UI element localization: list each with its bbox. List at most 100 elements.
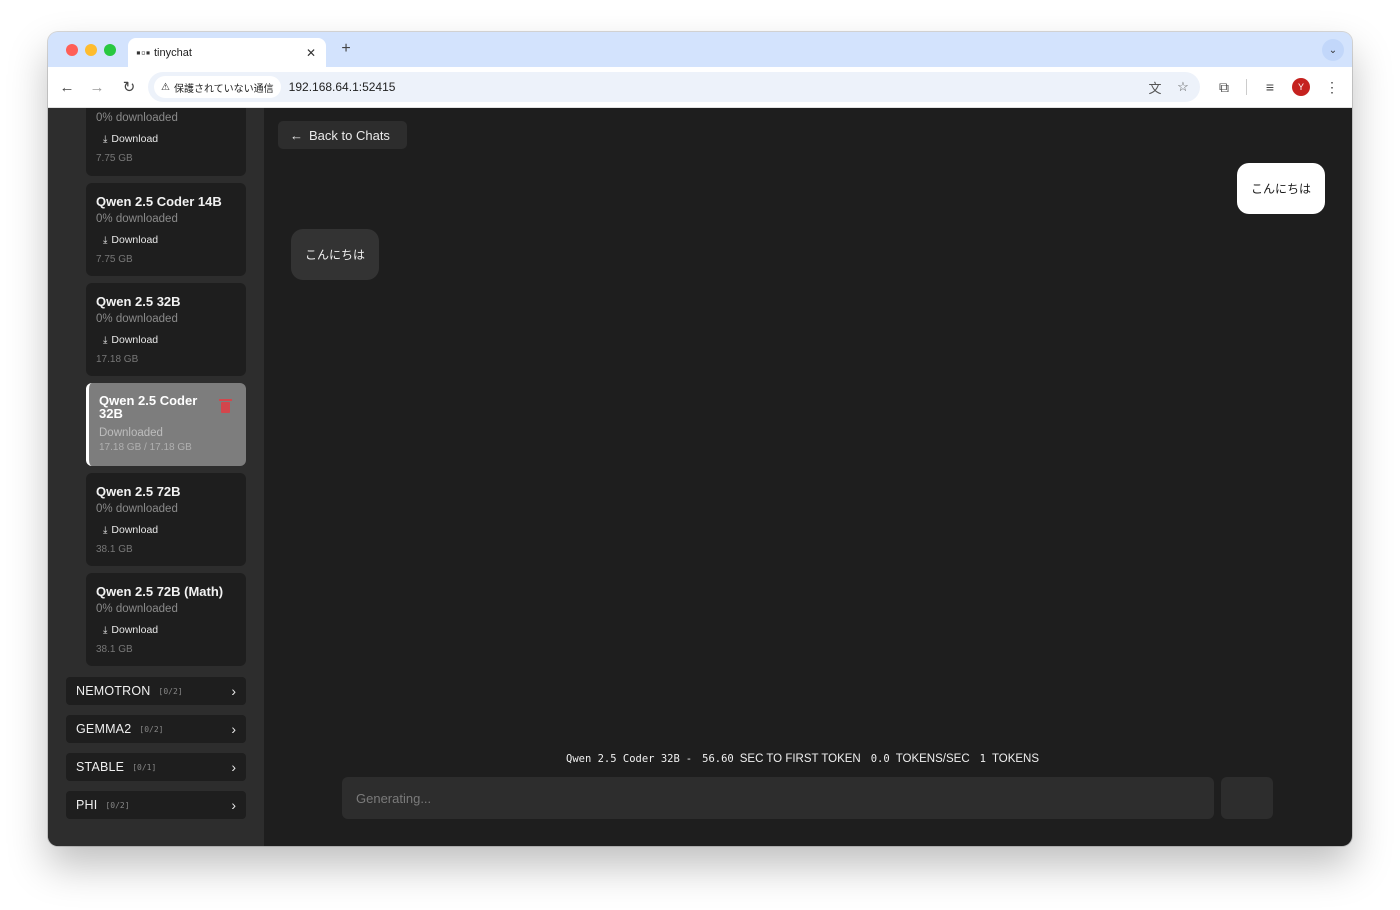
- back-arrow-icon[interactable]: ←: [56, 76, 78, 98]
- model-size: 7.75 GB: [96, 254, 133, 265]
- toolbar-divider: [1246, 79, 1247, 95]
- browser-tab[interactable]: ▪▫▪ tinychat ✕: [128, 38, 326, 67]
- message-input[interactable]: [342, 777, 1214, 819]
- download-label: Download: [111, 133, 159, 145]
- delete-trash-icon[interactable]: [219, 399, 232, 413]
- download-button[interactable]: ⤓ Download: [103, 624, 236, 636]
- download-icon: ⤓: [103, 624, 108, 636]
- back-label: Back to Chats: [309, 127, 390, 143]
- address-bar[interactable]: ⚠ 保護されていない通信 192.168.64.1:52415 文 ☆: [148, 72, 1200, 102]
- group-count: [0/2]: [105, 800, 130, 810]
- model-card[interactable]: 0% downloaded ⤓ Download 7.75 GB: [86, 108, 246, 176]
- security-chip[interactable]: ⚠ 保護されていない通信: [154, 76, 281, 98]
- browser-toolbar: ← → ↻ ⚠ 保護されていない通信 192.168.64.1:52415 文 …: [48, 67, 1352, 108]
- tokens-label: TOKENS: [991, 753, 1040, 765]
- model-size: 38.1 GB: [96, 544, 133, 555]
- download-label: Download: [111, 234, 159, 246]
- model-size: 17.18 GB / 17.18 GB: [99, 442, 192, 453]
- translate-icon[interactable]: 文: [1144, 76, 1166, 98]
- model-group-nemotron[interactable]: NEMOTRON [0/2] ›: [66, 677, 246, 705]
- generation-stats: Qwen 2.5 Coder 32B - 56.60 SEC TO FIRST …: [566, 751, 1039, 767]
- warning-icon: ⚠: [161, 81, 170, 93]
- url-text[interactable]: 192.168.64.1:52415: [289, 80, 1144, 94]
- model-name: Qwen 2.5 32B: [96, 294, 181, 309]
- stats-separator: -: [685, 753, 693, 765]
- model-card[interactable]: Qwen 2.5 32B 0% downloaded ⤓ Download 17…: [86, 283, 246, 376]
- download-label: Download: [111, 334, 159, 346]
- model-name: Qwen 2.5 72B (Math): [96, 584, 224, 599]
- model-size: 38.1 GB: [96, 644, 133, 655]
- download-icon: ⤓: [103, 524, 108, 536]
- new-tab-button[interactable]: +: [336, 40, 356, 58]
- download-icon: ⤓: [103, 133, 108, 145]
- model-card[interactable]: Qwen 2.5 72B (Math) 0% downloaded ⤓ Down…: [86, 573, 246, 666]
- extensions-puzzle-icon[interactable]: ⧉: [1214, 77, 1234, 97]
- stats-model: Qwen 2.5 Coder 32B: [566, 753, 680, 765]
- model-size: 17.18 GB: [96, 354, 139, 365]
- tab-search-chevron-icon[interactable]: ⌄: [1322, 39, 1344, 61]
- chevron-right-icon: ›: [231, 721, 236, 737]
- minimize-window-button[interactable]: [85, 44, 97, 56]
- group-count: [0/2]: [139, 724, 164, 734]
- download-label: Download: [111, 524, 159, 536]
- tps-label: TOKENS/SEC: [895, 753, 970, 765]
- model-sidebar: 0% downloaded ⤓ Download 7.75 GB Qwen 2.…: [48, 108, 264, 846]
- user-message: こんにちは: [1237, 163, 1325, 214]
- download-button[interactable]: ⤓ Download: [103, 524, 236, 536]
- group-name: GEMMA2: [76, 722, 132, 736]
- chevron-right-icon: ›: [231, 797, 236, 813]
- bookmark-star-icon[interactable]: ☆: [1172, 76, 1194, 98]
- model-status: 0% downloaded: [96, 112, 178, 124]
- tokens-value: 1: [979, 753, 986, 765]
- arrow-left-icon: ←: [290, 127, 303, 143]
- tab-strip: ▪▫▪ tinychat ✕ + ⌄: [48, 32, 1352, 67]
- model-group-stable[interactable]: STABLE [0/1] ›: [66, 753, 246, 781]
- model-status: 0% downloaded: [96, 603, 178, 615]
- ttft-value: 56.60: [702, 753, 734, 765]
- close-window-button[interactable]: [66, 44, 78, 56]
- model-card-selected[interactable]: Qwen 2.5 Coder 32B Downloaded 17.18 GB /…: [86, 383, 246, 466]
- ttft-label: SEC TO FIRST TOKEN: [739, 753, 861, 765]
- chevron-right-icon: ›: [231, 683, 236, 699]
- model-status: 0% downloaded: [96, 503, 178, 515]
- model-status: 0% downloaded: [96, 213, 178, 225]
- group-count: [0/1]: [132, 762, 157, 772]
- download-icon: ⤓: [103, 334, 108, 346]
- tab-title: tinychat: [154, 46, 192, 59]
- model-card[interactable]: Qwen 2.5 Coder 14B 0% downloaded ⤓ Downl…: [86, 183, 246, 276]
- tinychat-app: 0% downloaded ⤓ Download 7.75 GB Qwen 2.…: [48, 108, 1352, 846]
- download-button[interactable]: ⤓ Download: [103, 133, 236, 145]
- group-name: NEMOTRON: [76, 684, 151, 698]
- model-card[interactable]: Qwen 2.5 72B 0% downloaded ⤓ Download 38…: [86, 473, 246, 566]
- assistant-message: こんにちは: [291, 229, 379, 280]
- model-status: Downloaded: [99, 427, 163, 439]
- tps-value: 0.0: [870, 753, 890, 765]
- model-name: Qwen 2.5 Coder 14B: [96, 194, 222, 209]
- tab-close-icon[interactable]: ✕: [304, 46, 318, 60]
- profile-avatar[interactable]: Y: [1292, 78, 1310, 96]
- model-name: Qwen 2.5 Coder 32B: [99, 393, 198, 421]
- group-name: STABLE: [76, 760, 125, 774]
- forward-arrow-icon[interactable]: →: [86, 76, 108, 98]
- security-label: 保護されていない通信: [173, 83, 274, 95]
- download-icon: ⤓: [103, 234, 108, 246]
- model-size: 7.75 GB: [96, 153, 133, 164]
- chevron-right-icon: ›: [231, 759, 236, 775]
- model-name: Qwen 2.5 72B: [96, 484, 181, 499]
- browser-window: ▪▫▪ tinychat ✕ + ⌄ ← → ↻ ⚠ 保護されていない通信 19…: [48, 32, 1352, 846]
- download-button[interactable]: ⤓ Download: [103, 334, 236, 346]
- maximize-window-button[interactable]: [104, 44, 116, 56]
- tinygrad-favicon-icon: ▪▫▪: [136, 48, 151, 57]
- kebab-menu-icon[interactable]: ⋮: [1322, 77, 1342, 97]
- download-label: Download: [111, 624, 159, 636]
- model-group-gemma2[interactable]: GEMMA2 [0/2] ›: [66, 715, 246, 743]
- reload-icon[interactable]: ↻: [118, 76, 140, 98]
- download-button[interactable]: ⤓ Download: [103, 234, 236, 246]
- group-count: [0/2]: [158, 686, 183, 696]
- model-status: 0% downloaded: [96, 313, 178, 325]
- back-to-chats-button[interactable]: ← Back to Chats: [278, 121, 407, 149]
- model-group-phi[interactable]: PHI [0/2] ›: [66, 791, 246, 819]
- group-name: PHI: [76, 798, 98, 812]
- media-control-icon[interactable]: ≡: [1260, 77, 1280, 97]
- send-button[interactable]: [1221, 777, 1273, 819]
